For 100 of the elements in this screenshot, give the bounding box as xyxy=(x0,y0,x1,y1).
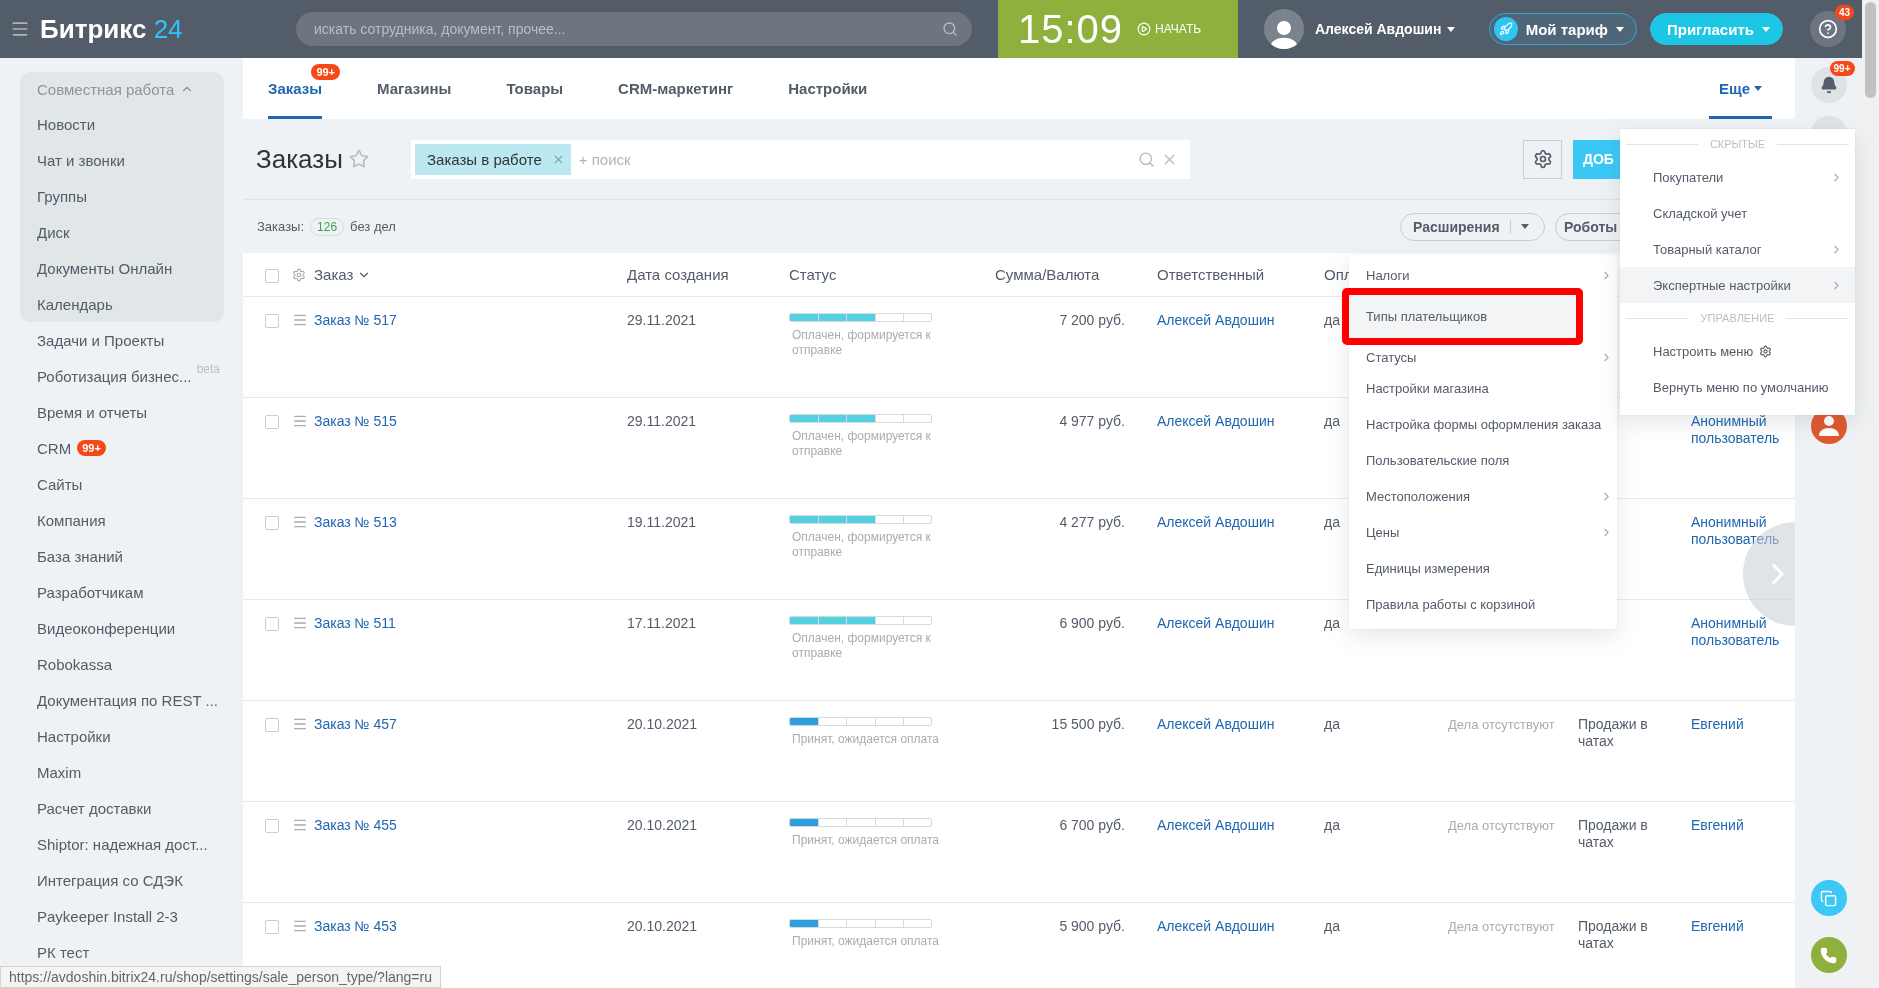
checkbox[interactable] xyxy=(265,314,279,328)
filter-field[interactable]: Заказы в работе + поиск xyxy=(411,139,1190,179)
sidebar-item[interactable]: CRM xyxy=(37,439,72,457)
sidebar-item[interactable]: Расчет доставки xyxy=(37,799,152,817)
status-label: Оплачен, формируется к отправке xyxy=(791,328,932,358)
more-tab[interactable]: Еще xyxy=(1709,58,1772,119)
responsible-link[interactable]: Алексей Авдошин xyxy=(1157,716,1275,733)
menu-item[interactable]: Пользовательские поля xyxy=(1349,442,1617,478)
menu-item[interactable]: Единицы измерения xyxy=(1349,550,1617,586)
plan-button[interactable]: Мой тариф xyxy=(1488,13,1637,45)
sidebar-item[interactable]: Paykeeper Install 2-3 xyxy=(37,907,178,925)
checkbox[interactable] xyxy=(265,819,279,833)
column-header[interactable]: Дата создания xyxy=(627,266,729,283)
responsible-link[interactable]: Алексей Авдошин xyxy=(1157,514,1275,531)
responsible-link[interactable]: Алексей Авдошин xyxy=(1157,615,1275,632)
checkbox[interactable] xyxy=(265,617,279,631)
menu-icon[interactable] xyxy=(292,413,308,429)
column-header[interactable]: Статус xyxy=(789,266,837,283)
menu-icon[interactable] xyxy=(292,918,308,934)
checkbox[interactable] xyxy=(265,920,279,934)
menu-icon[interactable] xyxy=(292,615,308,631)
menu-icon[interactable] xyxy=(292,514,308,530)
menu-icon[interactable] xyxy=(292,312,308,328)
sidebar-item[interactable]: Документы Онлайн xyxy=(37,259,173,277)
order-link[interactable]: Заказ № 455 xyxy=(314,817,397,834)
menu-item[interactable]: Экспертные настройки xyxy=(1620,267,1855,303)
sidebar-item[interactable]: Календарь xyxy=(37,295,113,313)
tab[interactable]: Настройки xyxy=(788,58,868,119)
sidebar-item[interactable]: Новости xyxy=(37,115,96,133)
logo[interactable]: Битрикс 24 xyxy=(40,13,183,45)
order-link[interactable]: Заказ № 517 xyxy=(314,312,397,329)
sidebar-item[interactable]: РК тест xyxy=(37,943,90,961)
checkbox[interactable] xyxy=(265,268,279,283)
user-name[interactable]: Алексей Авдошин xyxy=(1315,21,1456,37)
buyer-link[interactable]: Евгений xyxy=(1691,817,1744,834)
responsible-link[interactable]: Алексей Авдошин xyxy=(1157,312,1275,329)
document-button[interactable] xyxy=(1810,880,1847,916)
sidebar-item[interactable]: Сайты xyxy=(37,475,83,493)
menu-item[interactable]: Вернуть меню по умолчанию xyxy=(1620,369,1855,405)
sidebar-item[interactable]: Robokassa xyxy=(37,655,113,673)
search-field[interactable]: искать сотрудника, документ, прочее... xyxy=(296,12,972,46)
menu-icon[interactable] xyxy=(10,19,30,39)
buyer-link[interactable]: Анонимный пользователь xyxy=(1691,413,1795,447)
menu-item[interactable]: Покупатели xyxy=(1620,159,1855,195)
menu-item[interactable]: Типы плательщиков xyxy=(1342,288,1583,345)
order-link[interactable]: Заказ № 511 xyxy=(314,615,396,632)
sidebar-item[interactable]: Документация по REST ... xyxy=(37,691,218,709)
order-link[interactable]: Заказ № 457 xyxy=(314,716,397,733)
sidebar-item[interactable]: Разработчикам xyxy=(37,583,144,601)
menu-item[interactable]: Настроить меню xyxy=(1620,333,1855,369)
star-icon[interactable] xyxy=(348,149,369,169)
gear-icon[interactable] xyxy=(292,267,306,282)
menu-item[interactable]: Настройки магазина xyxy=(1349,370,1617,406)
sidebar-item[interactable]: Задачи и Проекты xyxy=(37,331,165,349)
channel-cell-text: Продажи в чатах xyxy=(1578,817,1649,851)
menu-icon[interactable] xyxy=(292,716,308,732)
phone-button[interactable] xyxy=(1810,937,1847,973)
menu-item[interactable]: Правила работы с корзиной xyxy=(1349,586,1617,622)
order-link[interactable]: Заказ № 513 xyxy=(314,514,397,531)
sidebar-item[interactable]: Чат и звонки xyxy=(37,151,125,169)
sidebar-item[interactable]: Maxim xyxy=(37,763,82,781)
menu-item[interactable]: Настройка формы оформления заказа xyxy=(1349,406,1617,442)
tab[interactable]: Магазины xyxy=(377,58,452,119)
tab[interactable]: Товары xyxy=(506,58,564,119)
settings-button[interactable] xyxy=(1523,139,1562,179)
buyer-link[interactable]: Анонимный пользователь xyxy=(1691,514,1795,548)
sidebar-item[interactable]: Интеграция со СДЭК xyxy=(37,871,183,889)
column-header[interactable]: Сумма/Валюта xyxy=(995,266,1100,283)
status-label: Оплачен, формируется к отправке xyxy=(791,530,932,560)
sidebar-item[interactable]: База знаний xyxy=(37,547,123,565)
sidebar-item[interactable]: Shiptor: надежная дост... xyxy=(37,835,208,853)
sidebar-item[interactable]: Роботизация бизнес... xyxy=(37,367,192,385)
menu-item[interactable]: Статусы xyxy=(1349,345,1617,370)
sidebar-item[interactable]: Настройки xyxy=(37,727,111,745)
search-icon[interactable] xyxy=(1138,150,1155,168)
user-avatar[interactable] xyxy=(1264,9,1304,49)
responsible-link[interactable]: Алексей Авдошин xyxy=(1157,817,1275,834)
checkbox[interactable] xyxy=(265,516,279,530)
tab[interactable]: CRM-маркетинг xyxy=(618,58,734,119)
column-header[interactable]: Заказ xyxy=(314,266,372,283)
menu-item[interactable]: Цены xyxy=(1349,514,1617,550)
sidebar-item[interactable]: Диск xyxy=(37,223,70,241)
buyer-link[interactable]: Евгений xyxy=(1691,716,1744,733)
order-link[interactable]: Заказ № 515 xyxy=(314,413,397,430)
sidebar-item[interactable]: Время и отчеты xyxy=(37,403,148,421)
sidebar-item[interactable]: Группы xyxy=(37,187,87,205)
buyer-link[interactable]: Анонимный пользователь xyxy=(1691,615,1795,649)
checkbox[interactable] xyxy=(265,718,279,732)
menu-item[interactable]: Местоположения xyxy=(1349,478,1617,514)
buyer-link[interactable]: Евгений xyxy=(1691,918,1744,935)
column-header[interactable]: Ответственный xyxy=(1157,266,1265,283)
responsible-link[interactable]: Алексей Авдошин xyxy=(1157,918,1275,935)
sidebar-item[interactable]: Видеоконференции xyxy=(37,619,176,637)
menu-icon[interactable] xyxy=(292,817,308,833)
checkbox[interactable] xyxy=(265,415,279,429)
menu-item[interactable]: Налоги xyxy=(1349,262,1617,288)
order-link[interactable]: Заказ № 453 xyxy=(314,918,397,935)
filter-tag[interactable]: Заказы в работе xyxy=(415,143,571,175)
responsible-link[interactable]: Алексей Авдошин xyxy=(1157,413,1275,430)
sidebar-item[interactable]: Компания xyxy=(37,511,106,529)
